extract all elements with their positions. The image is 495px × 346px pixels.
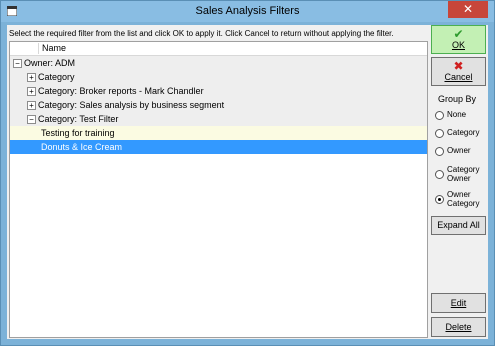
delete-button-label: Delete	[445, 322, 472, 332]
edit-button[interactable]: Edit	[431, 293, 486, 313]
dialog-window: Sales Analysis Filters ✕ Select the requ…	[0, 0, 495, 346]
ok-button-label: OK	[451, 40, 465, 50]
collapse-icon[interactable]: −	[27, 115, 36, 124]
side-panel: ✔ OK ✖ Cancel Group By None Category Own…	[431, 25, 486, 339]
tree-row-label: Donuts & Ice Cream	[41, 142, 123, 152]
window-title: Sales Analysis Filters	[195, 5, 300, 17]
group-by-title: Group By	[438, 94, 477, 104]
tree-row-label: Category: Sales analysis by business seg…	[38, 100, 225, 110]
collapse-icon[interactable]: −	[13, 59, 22, 68]
tree-row-category[interactable]: − Category: Test Filter	[10, 112, 427, 126]
close-button[interactable]: ✕	[448, 1, 488, 18]
checkmark-icon: ✔	[453, 27, 464, 41]
cancel-x-icon: ✖	[453, 59, 464, 73]
tree-row-filter-selected[interactable]: Donuts & Ice Cream	[10, 140, 427, 154]
tree-row-label: Testing for training	[41, 128, 115, 138]
expand-all-button[interactable]: Expand All	[431, 216, 486, 235]
delete-button[interactable]: Delete	[431, 317, 486, 337]
expand-icon[interactable]: +	[27, 73, 36, 82]
tree-row-category[interactable]: + Category: Sales analysis by business s…	[10, 98, 427, 112]
radio-label: Owner	[447, 146, 471, 155]
ok-button[interactable]: ✔ OK	[431, 25, 486, 54]
radio-icon[interactable]	[435, 111, 444, 120]
edit-button-label: Edit	[450, 298, 467, 308]
radio-label: Owner Category	[447, 190, 480, 208]
radio-icon[interactable]	[435, 195, 444, 204]
title-bar[interactable]: Sales Analysis Filters ✕	[1, 1, 494, 22]
tree-row-owner[interactable]: − Owner: ADM	[10, 56, 427, 70]
cancel-button[interactable]: ✖ Cancel	[431, 57, 486, 86]
radio-selected-dot	[438, 198, 441, 201]
tree-row-label: Category	[38, 72, 75, 82]
radio-label: Category	[447, 128, 480, 137]
tree-row-category[interactable]: + Category: Broker reports - Mark Chandl…	[10, 84, 427, 98]
expand-icon[interactable]: +	[27, 87, 36, 96]
tree-row-label: Category: Broker reports - Mark Chandler	[38, 86, 204, 96]
radio-label: None	[447, 110, 467, 119]
header-divider[interactable]	[38, 43, 39, 54]
instruction-text: Select the required filter from the list…	[9, 29, 394, 38]
tree-row-filter[interactable]: Testing for training	[10, 126, 427, 140]
tree-row-label: Owner: ADM	[24, 58, 76, 68]
dialog-body: Select the required filter from the list…	[7, 25, 488, 339]
cancel-button-label: Cancel	[444, 72, 473, 82]
radio-icon[interactable]	[435, 129, 444, 138]
radio-icon[interactable]	[435, 170, 444, 179]
tree-row-category[interactable]: + Category	[10, 70, 427, 84]
group-by-box: Group By None Category Owner Category Ow…	[431, 93, 486, 233]
tree-row-label: Category: Test Filter	[38, 114, 119, 124]
tree-header: Name	[10, 42, 427, 56]
expand-icon[interactable]: +	[27, 101, 36, 110]
radio-icon[interactable]	[435, 147, 444, 156]
close-icon: ✕	[462, 2, 474, 16]
filter-tree[interactable]: Name − Owner: ADM + Category + Category:…	[9, 41, 428, 338]
column-header-name[interactable]: Name	[42, 43, 66, 53]
radio-label: Category Owner	[447, 165, 480, 183]
